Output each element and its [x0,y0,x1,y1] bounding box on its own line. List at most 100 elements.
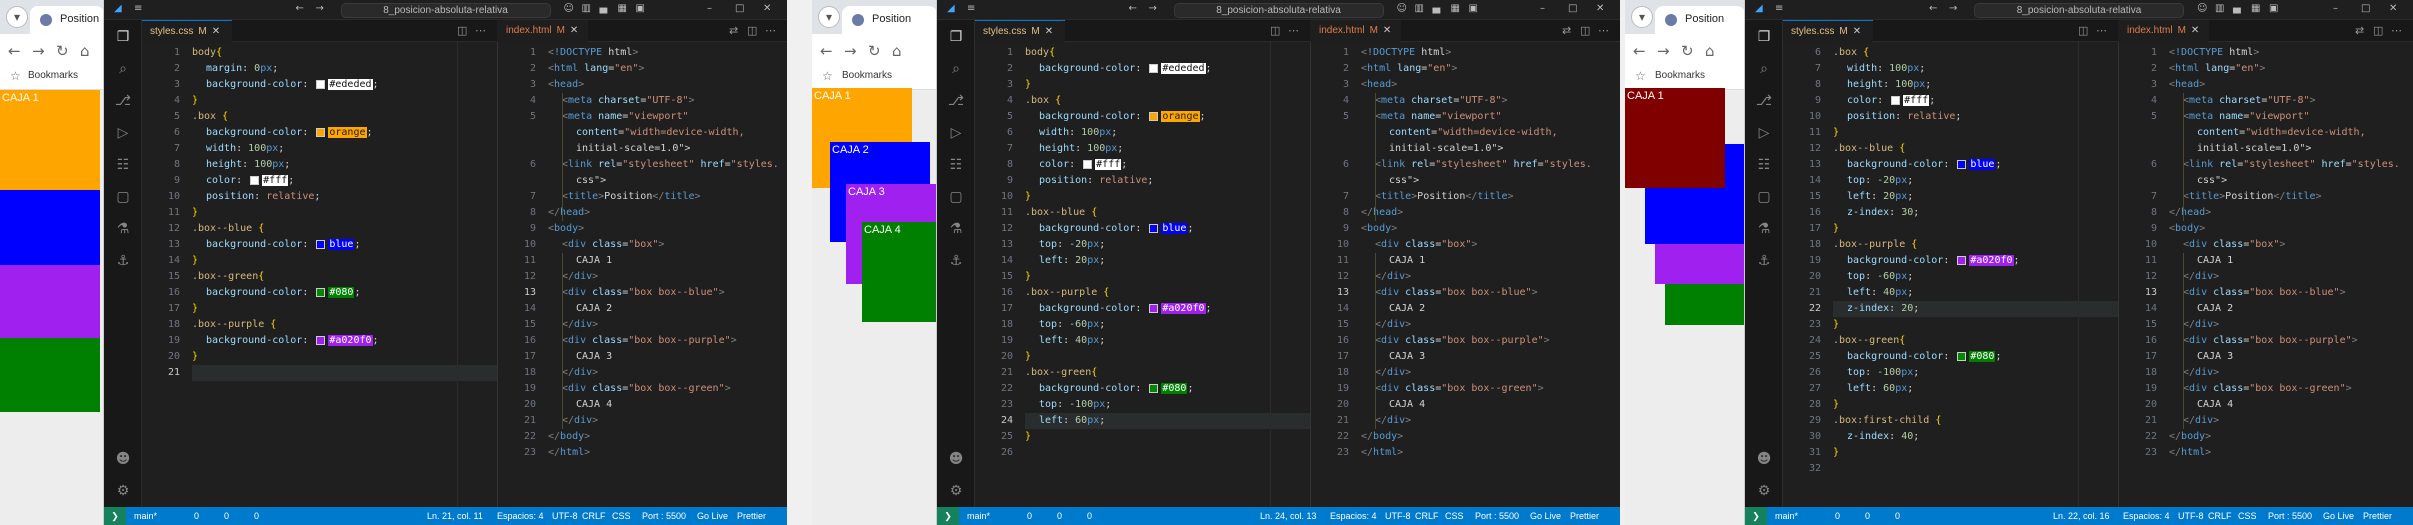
minimize-icon[interactable]: – [2333,3,2338,14]
css-code-line[interactable]: height: 100px; [1833,77,2118,93]
encoding[interactable]: UTF-8 [2178,511,2204,521]
tab-styles-css[interactable]: styles.css M ✕ [975,20,1065,42]
html-code-line[interactable]: initial-scale=1.0"> [548,141,787,157]
more-actions-icon[interactable]: ⋯ [2096,24,2107,37]
css-code-line[interactable]: background-color: orange; [1025,109,1310,125]
nav-forward-icon[interactable]: → [1949,3,1957,14]
settings-gear-icon[interactable]: ⚙ [947,482,965,500]
css-code-line[interactable]: top: -100px; [1025,397,1310,413]
forward-icon[interactable]: → [1657,42,1670,60]
errors-count[interactable]: 0 [194,511,199,521]
css-code-line[interactable]: position: relative; [1833,109,2118,125]
layout-sidebar-icon[interactable]: ▥ [1415,3,1424,14]
menu-icon[interactable]: ≡ [1775,3,1783,14]
cursor-position[interactable]: Ln. 24, col. 13 [1260,511,1317,521]
copilot-icon[interactable]: ☺ [2197,3,2207,14]
layout-secondary-icon[interactable]: ▦ [618,3,627,14]
encoding[interactable]: UTF-8 [552,511,578,521]
css-code-line[interactable]: background-color: blue; [192,237,497,253]
css-code-line[interactable]: background-color: #a020f0; [192,333,497,349]
ports-count[interactable]: 0 [254,511,259,521]
css-code-line[interactable]: .box--blue { [1833,141,2118,157]
css-code-line[interactable]: } [192,93,497,109]
html-code-line[interactable]: <div class="box"> [2169,237,2413,253]
branch-indicator[interactable]: main* [1775,511,1798,521]
css-code-line[interactable]: height: 100px; [192,157,497,173]
html-code-line[interactable]: <!DOCTYPE html> [548,45,787,61]
menu-icon[interactable]: ≡ [967,3,975,14]
extensions-icon[interactable]: ☷ [947,156,965,174]
css-code-line[interactable]: .box { [1833,45,2118,61]
html-code-line[interactable]: <meta charset="UTF-8"> [2169,93,2413,109]
html-code-line[interactable]: initial-scale=1.0"> [1361,141,1620,157]
compare-icon[interactable]: ⇄ [729,24,738,37]
extensions-icon[interactable]: ☷ [1755,156,1773,174]
layout-grid-icon[interactable]: ▣ [636,3,645,14]
indent-setting[interactable]: Espacios: 4 [1330,511,1377,521]
nav-forward-icon[interactable]: → [1149,3,1157,14]
indent-setting[interactable]: Espacios: 4 [497,511,544,521]
testing-icon[interactable]: ⚗ [947,220,965,238]
nav-back-icon[interactable]: ← [296,3,304,14]
branch-indicator[interactable]: main* [134,511,157,521]
tab-close-icon[interactable]: ✕ [570,25,578,36]
css-code-line[interactable]: } [1025,429,1310,445]
css-code-line[interactable]: width: 100px; [1833,61,2118,77]
html-code-line[interactable]: <body> [2169,221,2413,237]
css-code-line[interactable]: background-color: orange; [192,125,497,141]
prettier-status[interactable]: Prettier [737,511,766,521]
css-code-line[interactable]: .box--green{ [192,269,497,285]
html-code-line[interactable]: content="width=device-width, [2169,125,2413,141]
settings-gear-icon[interactable]: ⚙ [1755,482,1773,500]
html-code-line[interactable]: <body> [1361,221,1620,237]
tab-close-icon[interactable]: ✕ [1045,26,1053,37]
html-code-line[interactable]: css"> [2169,173,2413,189]
css-code-line[interactable] [1833,461,2118,477]
html-code-line[interactable]: CAJA 3 [1361,349,1620,365]
ports-count[interactable]: 0 [1087,511,1092,521]
css-code-line[interactable]: color: #fff; [1025,157,1310,173]
css-code-line[interactable]: height: 100px; [1025,141,1310,157]
css-code-line[interactable]: .box--purple { [192,317,497,333]
css-code-line[interactable]: background-color: #ededed; [192,77,497,93]
html-code-line[interactable]: <title>Position</title> [548,189,787,205]
back-icon[interactable]: ← [820,42,833,60]
html-code-line[interactable]: CAJA 2 [1361,301,1620,317]
layout-grid-icon[interactable]: ▣ [2269,3,2278,14]
html-code-line[interactable]: </body> [1361,429,1620,445]
html-code-line[interactable]: CAJA 3 [548,349,787,365]
css-code-line[interactable]: } [1833,445,2118,461]
html-code-line[interactable]: <html lang="en"> [1361,61,1620,77]
minimize-icon[interactable]: – [1540,3,1545,14]
html-code-line[interactable]: </div> [548,413,787,429]
html-code-line[interactable]: <div class="box box--purple"> [548,333,787,349]
language-mode[interactable]: CSS [2238,511,2257,521]
layout-panel-icon[interactable]: ▄ [1433,3,1441,14]
cursor-position[interactable]: Ln. 22, col. 16 [2053,511,2110,521]
remote-explorer-icon[interactable]: ▢ [1755,188,1773,206]
css-code-line[interactable]: .box--purple { [1833,237,2118,253]
html-code-line[interactable]: CAJA 2 [548,301,787,317]
prettier-status[interactable]: Prettier [1570,511,1599,521]
css-code-line[interactable]: } [1025,189,1310,205]
source-control-icon[interactable]: ⎇ [114,92,132,110]
indent-setting[interactable]: Espacios: 4 [2123,511,2170,521]
html-code-line[interactable]: <meta name="viewport" [1361,109,1620,125]
testing-icon[interactable]: ⚗ [114,220,132,238]
search-icon[interactable]: ⌕ [114,60,132,78]
command-center-search[interactable]: 8_posicion-absoluta-relativa [340,3,551,18]
tab-index-html[interactable]: index.html M ✕ [498,20,588,42]
language-mode[interactable]: CSS [612,511,631,521]
html-code-line[interactable]: </div> [2169,317,2413,333]
html-code-line[interactable]: </div> [2169,413,2413,429]
remote-indicator[interactable]: ❯ [104,507,126,525]
search-icon[interactable]: ⌕ [1755,60,1773,78]
html-code-line[interactable]: <html lang="en"> [2169,61,2413,77]
layout-grid-icon[interactable]: ▣ [1469,3,1478,14]
tab-search-button[interactable]: ▾ [6,6,28,28]
command-center-search[interactable]: 8_posicion-absoluta-relativa [1974,3,2184,18]
html-code-line[interactable]: <div class="box box--purple"> [2169,333,2413,349]
html-code-line[interactable]: </html> [2169,445,2413,461]
tab-styles-css[interactable]: styles.css M ✕ [142,20,232,42]
maximize-icon[interactable]: □ [735,3,744,14]
